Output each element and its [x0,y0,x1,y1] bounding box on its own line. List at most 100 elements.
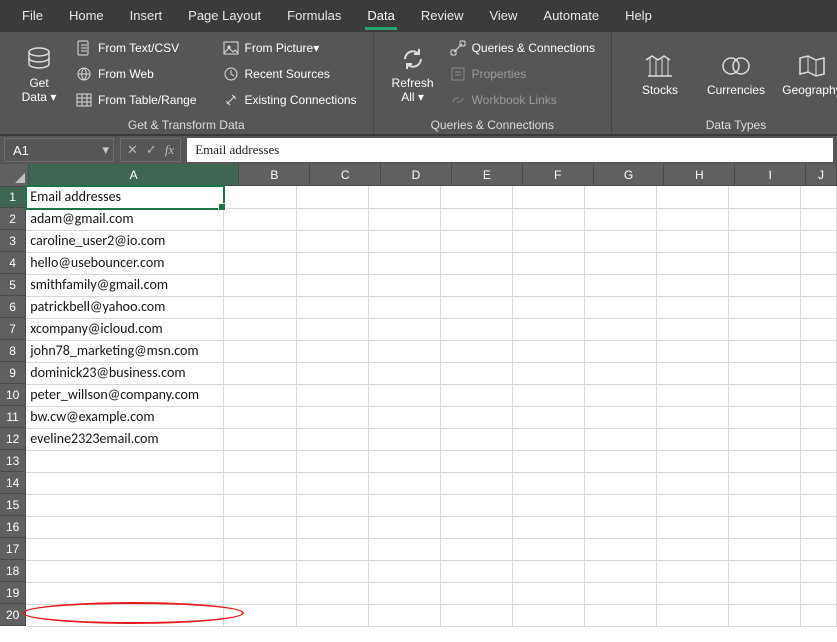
cell-D7[interactable] [369,318,441,341]
cell-D15[interactable] [369,494,441,517]
cell-B4[interactable] [224,252,296,275]
cell-C15[interactable] [297,494,369,517]
cell-H12[interactable] [657,428,729,451]
cell-D8[interactable] [369,340,441,363]
cell-A15[interactable] [26,494,224,517]
cell-F10[interactable] [513,384,585,407]
from-text-csv-button[interactable]: From Text/CSV [70,36,203,60]
cell-G13[interactable] [585,450,657,473]
fx-icon[interactable]: fx [165,142,174,158]
cell-C5[interactable] [297,274,369,297]
cell-H17[interactable] [657,538,729,561]
cell-A14[interactable] [26,472,224,495]
cell-C8[interactable] [297,340,369,363]
cell-F5[interactable] [513,274,585,297]
column-header-E[interactable]: E [452,164,523,186]
refresh-all-button[interactable]: Refresh All ▾ [384,36,442,114]
cell-G4[interactable] [585,252,657,275]
tab-formulas[interactable]: Formulas [275,0,353,32]
cell-F19[interactable] [513,582,585,605]
cell-F4[interactable] [513,252,585,275]
cell-A9[interactable]: dominick23@business.com [26,362,224,385]
column-header-I[interactable]: I [735,164,806,186]
cell-D12[interactable] [369,428,441,451]
get-data-button[interactable]: Get Data ▾ [10,36,68,114]
cell-I4[interactable] [729,252,801,275]
cell-E11[interactable] [441,406,513,429]
cell-F7[interactable] [513,318,585,341]
cell-J8[interactable] [801,340,837,363]
row-header-5[interactable]: 5 [0,274,26,296]
cell-E18[interactable] [441,560,513,583]
cell-E9[interactable] [441,362,513,385]
from-table-range-button[interactable]: From Table/Range [70,88,203,112]
row-header-11[interactable]: 11 [0,406,26,428]
cell-G1[interactable] [585,186,657,209]
cell-G9[interactable] [585,362,657,385]
cell-E20[interactable] [441,604,513,627]
cell-G17[interactable] [585,538,657,561]
cell-E6[interactable] [441,296,513,319]
cell-A17[interactable] [26,538,224,561]
cell-B1[interactable] [224,186,296,209]
cell-C17[interactable] [297,538,369,561]
cell-I2[interactable] [729,208,801,231]
cell-J20[interactable] [801,604,837,627]
cell-C6[interactable] [297,296,369,319]
cell-G7[interactable] [585,318,657,341]
cell-I8[interactable] [729,340,801,363]
name-box[interactable]: A1 ▾ [4,138,114,162]
cell-G5[interactable] [585,274,657,297]
cell-A3[interactable]: caroline_user2@io.com [26,230,224,253]
cell-A10[interactable]: peter_willson@company.com [26,384,224,407]
cell-I20[interactable] [729,604,801,627]
cell-B9[interactable] [224,362,296,385]
row-header-8[interactable]: 8 [0,340,26,362]
select-all-corner[interactable] [0,164,29,187]
cell-G12[interactable] [585,428,657,451]
cell-I7[interactable] [729,318,801,341]
cell-A1[interactable]: Email addresses [26,186,224,209]
cell-F9[interactable] [513,362,585,385]
cell-D20[interactable] [369,604,441,627]
cell-H10[interactable] [657,384,729,407]
cell-J19[interactable] [801,582,837,605]
cell-E15[interactable] [441,494,513,517]
cell-C3[interactable] [297,230,369,253]
column-header-G[interactable]: G [594,164,665,186]
column-header-D[interactable]: D [381,164,452,186]
from-picture-button[interactable]: From Picture ▾ [217,36,363,60]
recent-sources-button[interactable]: Recent Sources [217,62,363,86]
cell-I9[interactable] [729,362,801,385]
cell-F1[interactable] [513,186,585,209]
cell-H18[interactable] [657,560,729,583]
cell-H20[interactable] [657,604,729,627]
cell-C7[interactable] [297,318,369,341]
formula-input[interactable] [187,138,833,162]
tab-insert[interactable]: Insert [118,0,175,32]
cell-G14[interactable] [585,472,657,495]
cell-D5[interactable] [369,274,441,297]
cell-H13[interactable] [657,450,729,473]
cell-E19[interactable] [441,582,513,605]
cell-I10[interactable] [729,384,801,407]
cell-E13[interactable] [441,450,513,473]
cell-E5[interactable] [441,274,513,297]
cell-B20[interactable] [224,604,296,627]
cell-B2[interactable] [224,208,296,231]
existing-connections-button[interactable]: Existing Connections [217,88,363,112]
cell-I5[interactable] [729,274,801,297]
cell-F12[interactable] [513,428,585,451]
cell-J18[interactable] [801,560,837,583]
cell-H6[interactable] [657,296,729,319]
cell-F17[interactable] [513,538,585,561]
cell-D14[interactable] [369,472,441,495]
accept-formula-icon[interactable]: ✓ [146,142,157,158]
cell-J6[interactable] [801,296,837,319]
cell-B12[interactable] [224,428,296,451]
cell-H1[interactable] [657,186,729,209]
cell-J17[interactable] [801,538,837,561]
cell-D18[interactable] [369,560,441,583]
cell-G11[interactable] [585,406,657,429]
cell-C10[interactable] [297,384,369,407]
